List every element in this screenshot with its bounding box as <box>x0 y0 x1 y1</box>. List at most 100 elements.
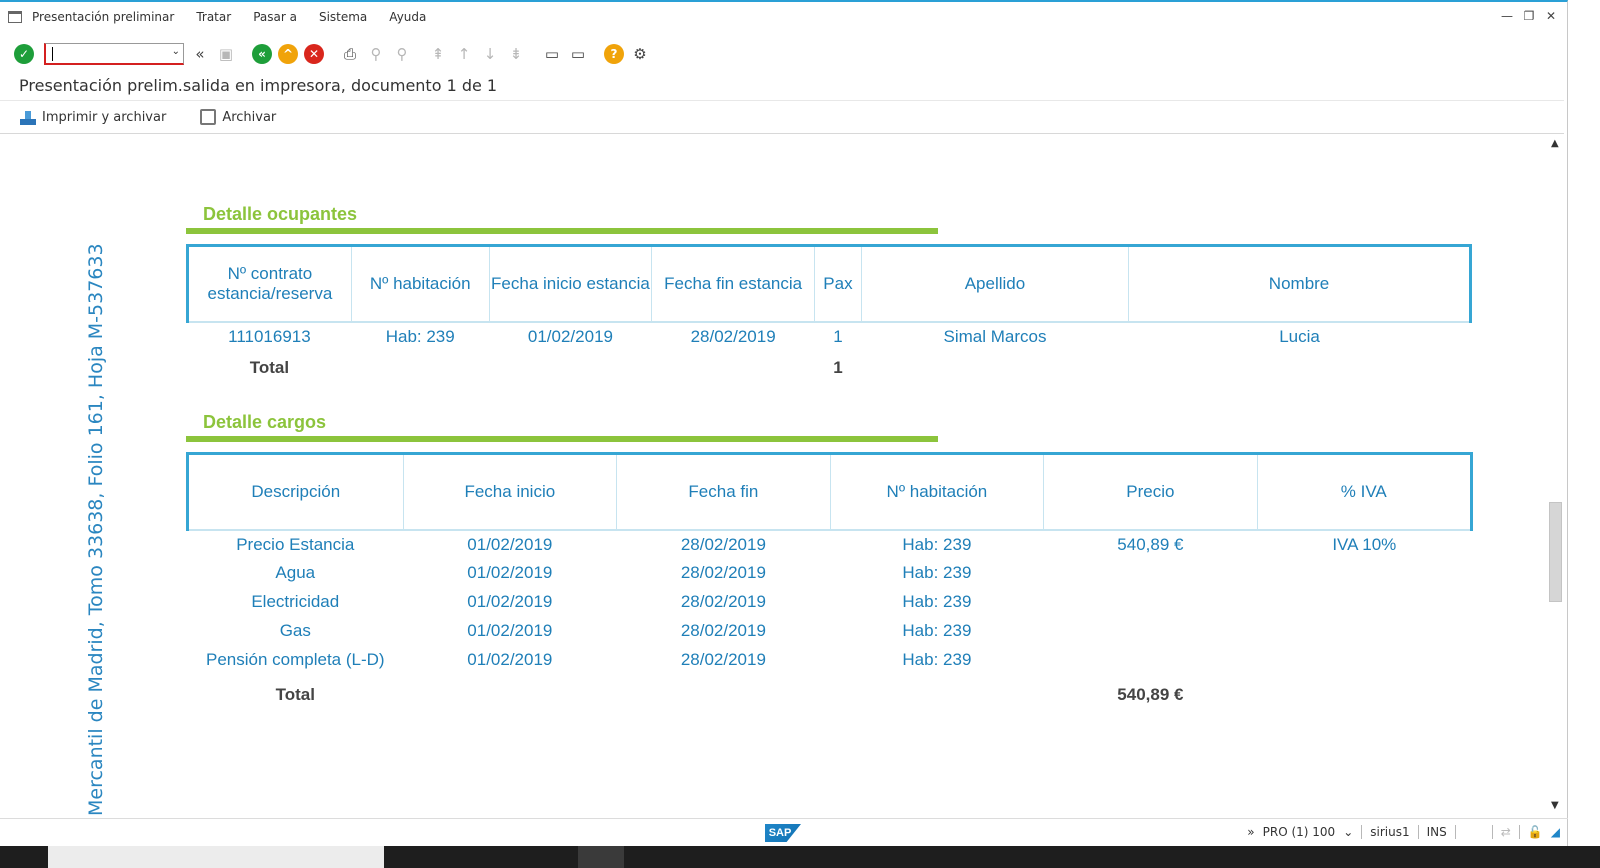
cell-fecha-inicio: 01/02/2019 <box>527 327 613 346</box>
menu-pasar-a[interactable]: Pasar a <box>253 10 297 24</box>
header-habitacion: Nº habitación <box>829 452 1045 531</box>
command-field[interactable]: ⌄ <box>44 43 184 65</box>
cell-precio <box>1044 588 1257 617</box>
cell-fecha-fin: 28/02/2019 <box>680 592 766 611</box>
chevron-down-icon[interactable]: ⌄ <box>1343 825 1353 839</box>
system-info[interactable]: PRO (1) 100 <box>1263 825 1336 839</box>
menu-presentacion[interactable]: Presentación preliminar <box>32 10 174 24</box>
table-row: Gas 01/02/2019 28/02/2019 Hab: 239 <box>188 617 1472 646</box>
header-fecha-fin-estancia: Fecha fin estancia <box>651 244 815 323</box>
header-apellido: Apellido <box>860 244 1130 323</box>
cell-precio <box>1044 559 1257 588</box>
cell-descripcion: Gas <box>279 621 311 640</box>
cell-pax: 1 <box>833 327 843 346</box>
first-page-icon[interactable]: ⇞ <box>428 44 448 64</box>
exit-icon[interactable]: ^ <box>278 44 298 64</box>
minimize-icon[interactable]: — <box>1501 9 1513 23</box>
cell-descripcion: Pensión completa (L-D) <box>205 650 385 669</box>
cell-iva: IVA 10% <box>1332 534 1397 554</box>
cell-habitacion: Hab: 239 <box>902 621 972 640</box>
cell-fecha-fin: 28/02/2019 <box>680 621 766 640</box>
table-row: Pensión completa (L-D) 01/02/2019 28/02/… <box>188 646 1472 675</box>
last-page-icon[interactable]: ⇟ <box>506 44 526 64</box>
create-session-icon[interactable]: ▭ <box>542 44 562 64</box>
cell-iva <box>1257 617 1471 646</box>
header-fecha-inicio-estancia: Fecha inicio estancia <box>488 244 653 323</box>
print-icon[interactable]: ⎙ <box>340 44 360 64</box>
back-icon[interactable]: « <box>252 44 272 64</box>
chevron-down-icon[interactable]: ⌄ <box>172 46 180 57</box>
cell-habitacion: Hab: 239 <box>902 563 972 582</box>
cell-apellido: Simal Marcos <box>943 327 1047 346</box>
print-and-archive-label: Imprimir y archivar <box>42 109 167 125</box>
restore-icon[interactable]: ❐ <box>1523 9 1535 23</box>
cell-habitacion: Hab: 239 <box>902 592 972 611</box>
status-info: » PRO (1) 100 ⌄ sirius1 INS ⇄ 🔓 ◢ <box>1247 825 1560 839</box>
archive-button[interactable]: Archivar <box>200 109 276 125</box>
cell-precio <box>1044 617 1257 646</box>
cell-habitacion: Hab: 239 <box>385 327 455 346</box>
application-toolbar: Imprimir y archivar Archivar <box>0 100 1564 134</box>
charges-table: Descripción Fecha inicio Fecha fin Nº ha… <box>186 452 1474 715</box>
occupants-total-label: Total <box>249 357 290 377</box>
registry-side-text: Mercantil de Madrid, Tomo 33638, Folio 1… <box>85 243 107 816</box>
status-bar: SAP » PRO (1) 100 ⌄ sirius1 INS ⇄ 🔓 ◢ <box>0 818 1568 848</box>
menu-tratar[interactable]: Tratar <box>196 10 231 24</box>
print-and-archive-button[interactable]: Imprimir y archivar <box>20 109 166 125</box>
cell-contrato: 111016913 <box>228 327 311 346</box>
menu-ayuda[interactable]: Ayuda <box>389 10 426 24</box>
header-precio: Precio <box>1043 452 1258 531</box>
menu-bar: Presentación preliminar Tratar Pasar a S… <box>0 4 1567 30</box>
cell-fecha-inicio: 01/02/2019 <box>467 621 553 640</box>
save-icon[interactable]: ▣ <box>216 44 236 64</box>
scroll-thumb[interactable] <box>1549 502 1562 602</box>
header-fecha-inicio: Fecha inicio <box>402 452 618 531</box>
cell-fecha-fin: 28/02/2019 <box>680 563 766 582</box>
page-title: Presentación prelim.salida en impresora,… <box>19 76 498 95</box>
shortcut-icon[interactable]: ▭ <box>568 44 588 64</box>
occupants-table: Nº contrato estancia/reserva Nº habitaci… <box>186 244 1472 384</box>
help-icon[interactable]: ? <box>604 44 624 64</box>
server-info: sirius1 <box>1370 825 1410 839</box>
settings-gear-icon[interactable]: ⚙ <box>630 44 650 64</box>
header-fecha-fin: Fecha fin <box>616 452 831 531</box>
header-pax: Pax <box>813 244 862 323</box>
header-habitacion: Nº habitación <box>350 244 490 323</box>
occupants-section-bar <box>186 228 938 234</box>
double-chevron-left-icon[interactable]: « <box>190 44 210 64</box>
occupants-header-row: Nº contrato estancia/reserva Nº habitaci… <box>186 244 1472 323</box>
scroll-up-icon[interactable]: ▲ <box>1551 138 1559 149</box>
scroll-down-icon[interactable]: ▼ <box>1551 800 1559 811</box>
header-descripcion: Descripción <box>186 452 404 531</box>
sap-window: Presentación preliminar Tratar Pasar a S… <box>0 0 1568 848</box>
cell-precio <box>1044 646 1257 675</box>
cell-fecha-inicio: 01/02/2019 <box>467 650 553 669</box>
cell-iva <box>1257 646 1471 675</box>
next-page-icon[interactable]: ↓ <box>480 44 500 64</box>
cancel-icon[interactable]: ✕ <box>304 44 324 64</box>
resize-grip-icon[interactable]: ◢ <box>1551 825 1560 839</box>
transfer-icon: ⇄ <box>1500 825 1511 839</box>
charges-total-row: Total 540,89 € <box>188 675 1472 715</box>
charges-section-title: Detalle cargos <box>203 412 327 432</box>
find-icon[interactable]: ⚲ <box>366 44 386 64</box>
vertical-scrollbar[interactable]: ▲ ▼ <box>1548 136 1564 816</box>
cell-habitacion: Hab: 239 <box>902 534 972 554</box>
status-expand-icon[interactable]: » <box>1247 825 1254 839</box>
cell-fecha-fin: 28/02/2019 <box>680 650 766 669</box>
cell-descripcion: Precio Estancia <box>236 534 355 554</box>
charges-section-bar <box>186 436 938 442</box>
menu-sistema[interactable]: Sistema <box>319 10 367 24</box>
cell-fecha-fin: 28/02/2019 <box>680 534 766 554</box>
previous-page-icon[interactable]: ↑ <box>454 44 474 64</box>
find-next-icon[interactable]: ⚲ <box>392 44 412 64</box>
close-icon[interactable]: ✕ <box>1545 9 1557 23</box>
cell-fecha-inicio: 01/02/2019 <box>467 534 553 554</box>
system-menu-icon[interactable] <box>8 11 22 23</box>
table-row: Precio Estancia 01/02/2019 28/02/2019 Ha… <box>188 530 1472 559</box>
enter-icon[interactable]: ✓ <box>14 44 34 64</box>
cell-iva <box>1257 559 1471 588</box>
table-row: Electricidad 01/02/2019 28/02/2019 Hab: … <box>188 588 1472 617</box>
archive-label: Archivar <box>222 109 277 125</box>
sap-logo: SAP <box>765 824 801 842</box>
